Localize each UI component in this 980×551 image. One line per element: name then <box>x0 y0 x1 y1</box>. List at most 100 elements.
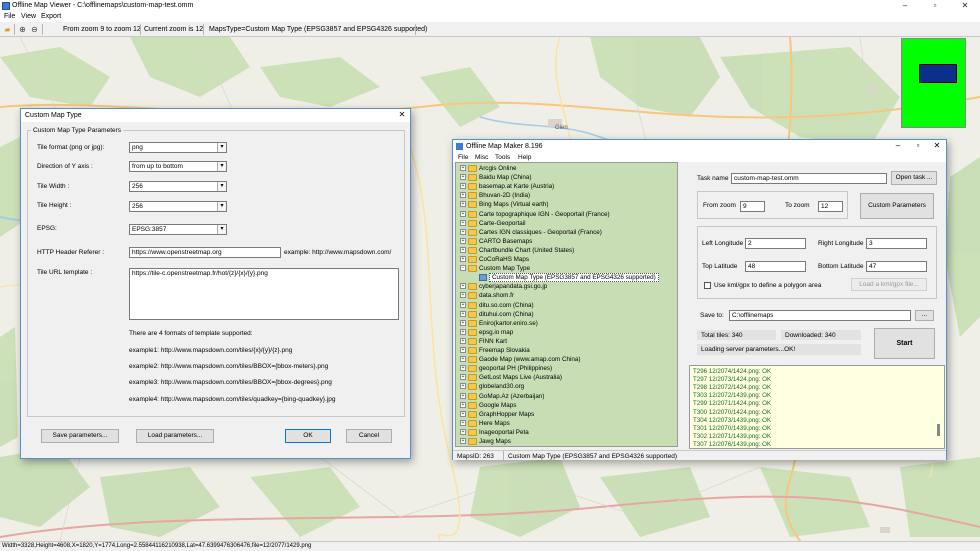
cancel-button[interactable]: Cancel <box>346 429 392 443</box>
chevron-down-icon[interactable]: ▾ <box>217 202 226 211</box>
tree-item[interactable]: + CARTO Basemaps <box>456 237 677 246</box>
expand-icon[interactable]: + <box>460 410 466 417</box>
tree-item[interactable]: + Arcgis Online <box>456 164 677 173</box>
chevron-down-icon[interactable]: ▾ <box>217 182 226 191</box>
expand-icon[interactable]: + <box>460 328 466 335</box>
ok-button[interactable]: OK <box>285 429 331 443</box>
tree-item[interactable]: + epsg.io map <box>456 328 677 337</box>
tree-item[interactable]: + Bing Maps (Virtual earth) <box>456 200 677 209</box>
expand-icon[interactable]: + <box>460 419 466 426</box>
tree-item[interactable]: + Chartbundle Chart (United States) <box>456 246 677 255</box>
expand-icon[interactable]: + <box>460 365 466 372</box>
tree-item[interactable]: + basemap.at Karte (Austria) <box>456 182 677 191</box>
top-latitude-input[interactable]: 48 <box>745 261 806 272</box>
menu-view[interactable]: View <box>21 13 36 20</box>
tile-height-select[interactable]: 256 ▾ <box>129 201 227 212</box>
tree-item[interactable]: + dituhui.com (China) <box>456 310 677 319</box>
close-icon[interactable]: ✕ <box>931 140 943 152</box>
tree-item[interactable]: + Cartes IGN classiques - Geoportail (Fra… <box>456 228 677 237</box>
expand-icon[interactable]: + <box>460 165 466 171</box>
expand-icon[interactable]: + <box>460 347 466 353</box>
tree-item[interactable]: + Eniro(kartor.eniro.se) <box>456 319 677 328</box>
tree-item[interactable]: + Freemap Slovakia <box>456 346 677 355</box>
expand-icon[interactable]: + <box>460 246 466 253</box>
menu-export[interactable]: Export <box>41 13 61 20</box>
expand-icon[interactable]: + <box>460 174 466 181</box>
map-type-tree[interactable]: + Arcgis Online + Baidu Map (China) + basemap… <box>455 162 678 447</box>
expand-icon[interactable]: + <box>460 210 466 217</box>
load-kml-button[interactable]: Load a kml/gpx file... <box>851 278 927 291</box>
tree-item[interactable]: + Bhuvan-2D (India) <box>456 191 677 200</box>
tree-item[interactable]: + CoCoRaHS Maps <box>456 255 677 264</box>
expand-icon[interactable]: + <box>460 228 466 235</box>
custom-parameters-button[interactable]: Custom Parameters <box>860 193 934 219</box>
maximize-icon[interactable]: ▫ <box>912 140 924 152</box>
expand-icon[interactable]: + <box>460 192 466 199</box>
minimize-icon[interactable]: – <box>890 0 920 12</box>
menu-help[interactable]: Help <box>518 154 531 161</box>
tree-item[interactable]: + Inageoportal Peta <box>456 428 677 437</box>
open-folder-icon[interactable]: ▰ <box>3 25 12 34</box>
to-zoom-spinner[interactable]: 12 <box>818 201 843 212</box>
expand-icon[interactable]: + <box>460 356 466 363</box>
expand-icon[interactable]: + <box>460 292 466 299</box>
expand-icon[interactable]: + <box>460 237 466 244</box>
tree-item[interactable]: + geoportal PH (Philippines) <box>456 364 677 373</box>
tree-item[interactable]: + ditu.so.com (China) <box>456 301 677 310</box>
expand-icon[interactable]: + <box>460 310 466 317</box>
tree-item[interactable]: + Baidu Map (China) <box>456 173 677 182</box>
tree-item[interactable]: + Carte-Geoportail <box>456 219 677 228</box>
minimize-icon[interactable]: – <box>892 140 904 152</box>
url-template-textarea[interactable]: https://tile-c.openstreetmap.fr/hot/{z}/… <box>129 268 399 320</box>
chevron-down-icon[interactable]: ▾ <box>217 143 226 152</box>
overview-minimap[interactable] <box>901 38 966 128</box>
expand-icon[interactable]: + <box>460 219 466 226</box>
chevron-down-icon[interactable]: ▾ <box>217 162 226 171</box>
tree-item[interactable]: Custom Map Type (EPSG3857 and EPSG4326 s… <box>456 273 677 283</box>
tree-item[interactable]: + GetLost Maps Live (Australia) <box>456 373 677 382</box>
expand-icon[interactable]: + <box>460 401 466 408</box>
expand-icon[interactable]: + <box>460 428 466 435</box>
expand-icon[interactable]: + <box>460 183 466 190</box>
tree-item[interactable]: + Carte topographique IGN - Geoportail (F… <box>456 210 677 219</box>
bottom-latitude-input[interactable]: 47 <box>866 261 927 272</box>
tree-item[interactable]: + Jawg Maps <box>456 437 677 446</box>
epsg-select[interactable]: EPSG:3857 ▾ <box>129 224 227 235</box>
expand-icon[interactable]: + <box>460 392 466 399</box>
close-icon[interactable]: ✕ <box>950 0 980 12</box>
close-icon[interactable]: ✕ <box>396 109 408 121</box>
expand-icon[interactable]: + <box>460 319 466 326</box>
zoom-in-icon[interactable]: ⊕ <box>18 25 27 34</box>
menu-misc[interactable]: Misc <box>475 154 488 161</box>
expand-icon[interactable]: + <box>460 337 466 344</box>
expand-icon[interactable]: + <box>460 438 466 444</box>
save-to-input[interactable]: C:\offlinemaps <box>729 310 911 321</box>
direction-select[interactable]: from up to bottom ▾ <box>129 161 227 172</box>
chevron-down-icon[interactable]: ▾ <box>217 225 226 234</box>
tree-item[interactable]: + data.shom.fr <box>456 291 677 300</box>
left-longitude-input[interactable]: 2 <box>745 238 806 249</box>
tree-item[interactable]: + Here Maps <box>456 419 677 428</box>
tile-width-select[interactable]: 256 ▾ <box>129 181 227 192</box>
expand-icon[interactable]: + <box>460 256 466 262</box>
log-scrollbar-thumb[interactable] <box>937 424 940 436</box>
tree-item[interactable]: + cyberjapandata.gsi.go.jp <box>456 282 677 291</box>
maximize-icon[interactable]: ▫ <box>920 0 950 12</box>
from-zoom-spinner[interactable]: 9 <box>740 201 765 212</box>
download-log[interactable]: T296 12/2074/1424.png: OK T297 12/2073/14… <box>689 365 945 449</box>
start-button[interactable]: Start <box>874 328 935 359</box>
expand-icon[interactable]: − <box>460 265 466 272</box>
tree-item[interactable]: + Google Maps <box>456 401 677 410</box>
minimap-viewport[interactable] <box>919 64 957 83</box>
tree-item[interactable]: + GoMap.Az (Azerbaijan) <box>456 392 677 401</box>
expand-icon[interactable]: + <box>460 301 466 308</box>
tile-format-select[interactable]: png ▾ <box>129 142 227 153</box>
menu-file[interactable]: File <box>4 13 15 20</box>
tree-item[interactable]: + FINN Kart <box>456 337 677 346</box>
menu-file[interactable]: File <box>458 154 468 161</box>
save-parameters-button[interactable]: Save parameters... <box>41 429 119 443</box>
referer-input[interactable]: https://www.openstreetmap.org <box>129 247 281 258</box>
open-task-button[interactable]: Open task ... <box>891 171 937 185</box>
right-longitude-input[interactable]: 3 <box>866 238 927 249</box>
task-name-input[interactable]: custom-map-test.omm <box>731 173 887 184</box>
